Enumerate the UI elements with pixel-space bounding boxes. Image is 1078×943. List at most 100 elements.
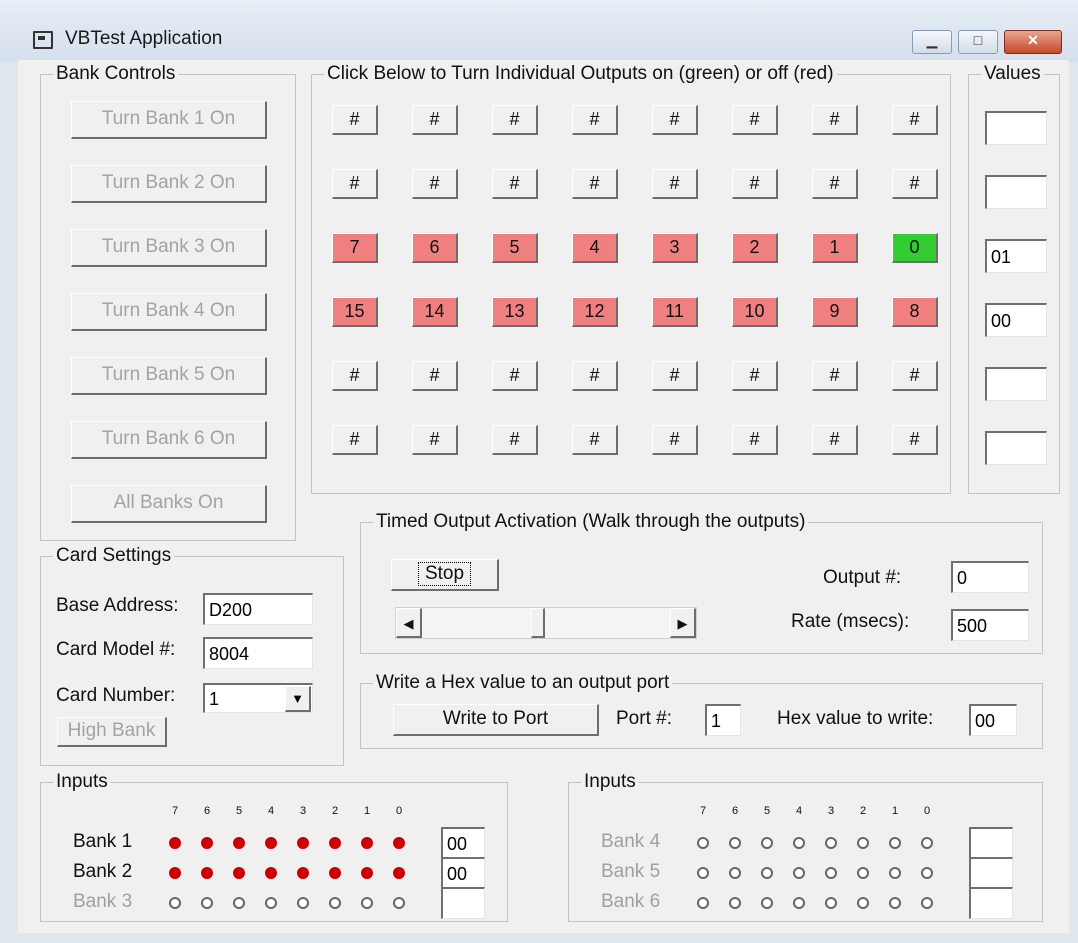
turn-bank-3-on-button[interactable]: Turn Bank 3 On	[71, 229, 267, 267]
output-button[interactable]: #	[492, 169, 538, 199]
card-model-field[interactable]: 8004	[203, 637, 313, 669]
output-button[interactable]: #	[732, 425, 778, 455]
scroll-thumb[interactable]	[531, 608, 545, 638]
output-button[interactable]: #	[332, 361, 378, 391]
input-led	[857, 897, 869, 909]
bank-value-field[interactable]	[969, 857, 1013, 889]
output-button[interactable]: #	[892, 361, 938, 391]
input-led	[169, 867, 181, 879]
output-button[interactable]: #	[892, 105, 938, 135]
all-banks-on-button[interactable]: All Banks On	[71, 485, 267, 523]
bank-value-field[interactable]: 00	[441, 827, 485, 859]
stop-button-label: Stop	[417, 562, 472, 586]
turn-bank-1-on-button[interactable]: Turn Bank 1 On	[71, 101, 267, 139]
output-button[interactable]: #	[412, 169, 458, 199]
output-button[interactable]: #	[332, 105, 378, 135]
maximize-button[interactable]: □	[958, 30, 998, 54]
output-button[interactable]: #	[492, 425, 538, 455]
output-button[interactable]: #	[572, 169, 618, 199]
output-button[interactable]: 6	[412, 233, 458, 263]
output-button[interactable]: 9	[812, 297, 858, 327]
input-led	[825, 867, 837, 879]
output-button[interactable]: #	[492, 105, 538, 135]
output-button[interactable]: 12	[572, 297, 618, 327]
bank-value-field[interactable]	[969, 887, 1013, 919]
card-settings-group: Card Settings Base Address: D200 Card Mo…	[40, 545, 344, 766]
scroll-left-icon[interactable]: ◀	[396, 608, 422, 638]
value-field[interactable]: 01	[985, 239, 1047, 273]
output-button[interactable]: #	[892, 169, 938, 199]
output-button[interactable]: #	[332, 169, 378, 199]
output-button[interactable]: #	[412, 361, 458, 391]
write-to-port-button[interactable]: Write to Port	[393, 704, 599, 736]
output-button[interactable]: #	[732, 361, 778, 391]
input-led	[361, 897, 373, 909]
output-button[interactable]: 11	[652, 297, 698, 327]
output-button[interactable]: #	[812, 361, 858, 391]
stop-button[interactable]: Stop	[391, 559, 499, 591]
output-button[interactable]: #	[652, 425, 698, 455]
output-button[interactable]: 0	[892, 233, 938, 263]
output-button[interactable]: 2	[732, 233, 778, 263]
output-button[interactable]: #	[812, 169, 858, 199]
output-button[interactable]: #	[732, 169, 778, 199]
output-button[interactable]: 8	[892, 297, 938, 327]
maximize-icon: □	[973, 32, 983, 48]
output-button[interactable]: #	[652, 169, 698, 199]
input-led	[921, 867, 933, 879]
output-button[interactable]: 13	[492, 297, 538, 327]
output-button[interactable]: 10	[732, 297, 778, 327]
bank-controls-group: Bank Controls Turn Bank 1 On Turn Bank 2 …	[40, 63, 296, 541]
hex-value-field[interactable]: 00	[969, 704, 1017, 736]
output-button[interactable]: #	[332, 425, 378, 455]
bank-value-field[interactable]	[441, 887, 485, 919]
high-bank-button[interactable]: High Bank	[57, 717, 167, 747]
scroll-right-icon[interactable]: ▶	[670, 608, 696, 638]
value-field[interactable]	[985, 367, 1047, 401]
output-button[interactable]: #	[412, 425, 458, 455]
turn-bank-4-on-button[interactable]: Turn Bank 4 On	[71, 293, 267, 331]
close-button[interactable]: ✕	[1004, 30, 1062, 54]
output-button[interactable]: 4	[572, 233, 618, 263]
output-button[interactable]: #	[572, 361, 618, 391]
value-field[interactable]: 00	[985, 303, 1047, 337]
output-button[interactable]: #	[732, 105, 778, 135]
output-button[interactable]: #	[412, 105, 458, 135]
turn-bank-5-on-button[interactable]: Turn Bank 5 On	[71, 357, 267, 395]
app-icon	[33, 31, 53, 49]
base-address-field[interactable]: D200	[203, 593, 313, 625]
turn-bank-6-on-button[interactable]: Turn Bank 6 On	[71, 421, 267, 459]
output-button[interactable]: 3	[652, 233, 698, 263]
output-button[interactable]: #	[572, 105, 618, 135]
output-button[interactable]: #	[652, 105, 698, 135]
input-led	[857, 867, 869, 879]
output-button[interactable]: 1	[812, 233, 858, 263]
output-button[interactable]: #	[572, 425, 618, 455]
card-number-select[interactable]: 1 ▼	[203, 683, 313, 713]
bit-label: 4	[795, 805, 803, 817]
turn-bank-2-on-button[interactable]: Turn Bank 2 On	[71, 165, 267, 203]
output-number-field[interactable]: 0	[951, 561, 1029, 593]
bank-value-field[interactable]: 00	[441, 857, 485, 889]
card-number-label: Card Number:	[56, 685, 176, 706]
port-number-field[interactable]: 1	[705, 704, 741, 736]
rate-scrollbar[interactable]: ◀ ▶	[395, 607, 697, 639]
output-button[interactable]: #	[812, 425, 858, 455]
bank-value-field[interactable]	[969, 827, 1013, 859]
output-button[interactable]: #	[812, 105, 858, 135]
output-button[interactable]: 7	[332, 233, 378, 263]
rate-field[interactable]: 500	[951, 609, 1029, 641]
value-field[interactable]	[985, 431, 1047, 465]
input-led	[297, 837, 309, 849]
output-button[interactable]: 15	[332, 297, 378, 327]
input-led	[233, 867, 245, 879]
output-button[interactable]: 14	[412, 297, 458, 327]
output-button[interactable]: #	[652, 361, 698, 391]
value-field[interactable]	[985, 111, 1047, 145]
output-button[interactable]: #	[892, 425, 938, 455]
output-button[interactable]: #	[492, 361, 538, 391]
minimize-button[interactable]: ▁	[912, 30, 952, 54]
chevron-down-icon[interactable]: ▼	[285, 686, 311, 712]
value-field[interactable]	[985, 175, 1047, 209]
output-button[interactable]: 5	[492, 233, 538, 263]
